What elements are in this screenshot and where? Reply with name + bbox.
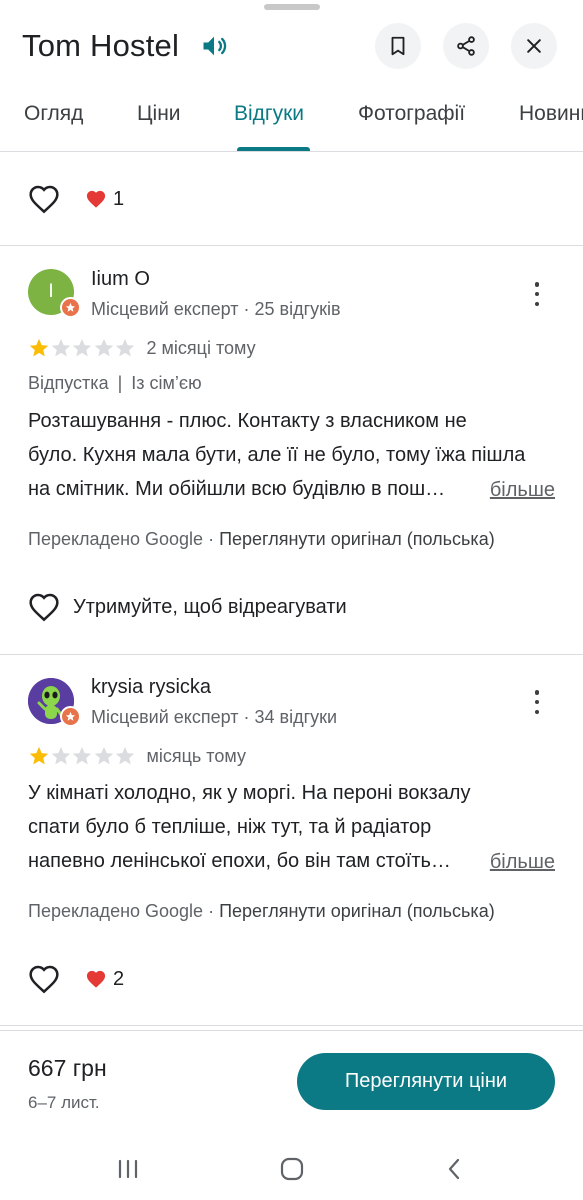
tag-separator: | [117, 373, 123, 393]
review-author-meta: Місцевий експерт · 34 відгуки [91, 707, 338, 727]
tab-reviews[interactable]: Відгуки [234, 102, 304, 126]
review-date: місяць тому [146, 745, 246, 766]
speaker-icon[interactable] [199, 31, 229, 61]
review-rating: місяць тому [28, 745, 246, 767]
tab-photos[interactable]: Фотографії [358, 102, 465, 126]
tab-bar: Огляд Ціни Відгуки Фотографії Новини [0, 92, 583, 152]
review-rating: 2 місяці тому [28, 337, 256, 359]
review-text-line: Розташування - плюс. Контакту з власнико… [28, 410, 467, 432]
star-empty-icon [51, 746, 70, 765]
divider [0, 654, 583, 655]
save-button[interactable] [375, 23, 421, 69]
heart-outline-icon[interactable] [28, 184, 60, 214]
share-button[interactable] [443, 23, 489, 69]
star-icon [65, 302, 76, 312]
system-nav-bar [0, 1140, 583, 1200]
home-icon[interactable] [277, 1154, 307, 1184]
local-guide-badge [60, 706, 81, 727]
tab-prices[interactable]: Ціни [137, 102, 181, 126]
star-filled-icon [29, 338, 49, 357]
more-options-icon[interactable] [527, 282, 547, 306]
view-original-link[interactable]: Переглянути оригінал (польська) [219, 901, 495, 921]
heart-outline-icon[interactable] [28, 964, 60, 994]
react-hold-row[interactable]: Утримуйте, щоб відреагувати [28, 592, 347, 622]
translated-by-label: Перекладено Google · [28, 901, 220, 921]
review-text-line: на смітник. Ми обійшли всю будівлю в пош… [28, 478, 446, 500]
star-empty-icon [115, 746, 135, 765]
view-prices-button[interactable]: Переглянути ціни [297, 1053, 555, 1110]
prev-review-reactions: 1 [28, 184, 124, 214]
reaction-count[interactable]: 1 [85, 188, 124, 211]
heart-filled-icon [86, 190, 106, 208]
review-text: Розташування - плюс. Контакту з власнико… [28, 404, 558, 506]
review-text-line: напевно ленінської епохи, бо він там сто… [28, 850, 451, 872]
review-text-line: було. Кухня мала бути, але її не було, т… [28, 444, 526, 466]
tab-news[interactable]: Новини [519, 102, 583, 126]
close-button[interactable] [511, 23, 557, 69]
review-author[interactable]: Iium O [91, 268, 150, 291]
review-text: У кімнаті холодно, як у моргі. На пероні… [28, 776, 558, 878]
booking-bar: 667 грн 6–7 лист. Переглянути ціни [0, 1030, 583, 1140]
star-empty-icon [94, 338, 113, 357]
star-empty-icon [94, 746, 113, 765]
local-guide-badge [60, 297, 81, 318]
star-empty-icon [51, 338, 70, 357]
reaction-count-value: 2 [113, 967, 125, 990]
more-link[interactable]: більше [490, 851, 555, 874]
reaction-count-value: 1 [113, 187, 125, 210]
bookmark-icon [391, 36, 405, 56]
reaction-count[interactable]: 2 [85, 968, 124, 991]
star-empty-icon [72, 338, 92, 357]
review-reactions: 2 [28, 964, 124, 994]
place-title: Tom Hostel [22, 28, 180, 63]
translation-note: Перекладено Google · Переглянути оригіна… [28, 529, 495, 550]
review-date: 2 місяці тому [146, 337, 256, 358]
star-filled-icon [29, 746, 49, 765]
active-tab-indicator [237, 147, 310, 151]
avatar-letter: I [48, 281, 54, 302]
price: 667 грн [28, 1055, 107, 1081]
review-text-line: У кімнаті холодно, як у моргі. На пероні… [28, 782, 471, 804]
hold-to-react-label: Утримуйте, щоб відреагувати [73, 595, 347, 618]
tab-overview[interactable]: Огляд [24, 102, 83, 126]
review-tag: Відпустка [28, 373, 109, 393]
review-tags: Відпустка | Із сім’єю [28, 373, 202, 394]
review-author[interactable]: krysia rysicka [91, 676, 211, 699]
heart-outline-icon [29, 593, 59, 622]
star-empty-icon [72, 746, 92, 765]
star-icon [65, 711, 76, 721]
more-link[interactable]: більше [490, 479, 555, 502]
back-icon[interactable] [440, 1154, 470, 1184]
share-icon [457, 36, 475, 56]
place-header: Tom Hostel [22, 20, 557, 72]
review-author-meta: Місцевий експерт · 25 відгуків [91, 299, 341, 319]
review-text-line: спати було б тепліше, ніж тут, та й раді… [28, 816, 432, 838]
heart-filled-icon [86, 970, 106, 988]
close-icon [527, 39, 541, 53]
more-options-icon[interactable] [527, 690, 547, 714]
translation-note: Перекладено Google · Переглянути оригіна… [28, 901, 495, 922]
translated-by-label: Перекладено Google · [28, 529, 220, 549]
sheet-drag-handle[interactable] [263, 4, 320, 10]
view-original-link[interactable]: Переглянути оригінал (польська) [219, 529, 495, 549]
review-tag: Із сім’єю [131, 373, 202, 393]
divider [0, 245, 583, 246]
stay-dates[interactable]: 6–7 лист. [28, 1093, 100, 1113]
star-empty-icon [115, 338, 135, 357]
divider [0, 1025, 583, 1026]
recent-apps-icon[interactable] [113, 1154, 143, 1184]
